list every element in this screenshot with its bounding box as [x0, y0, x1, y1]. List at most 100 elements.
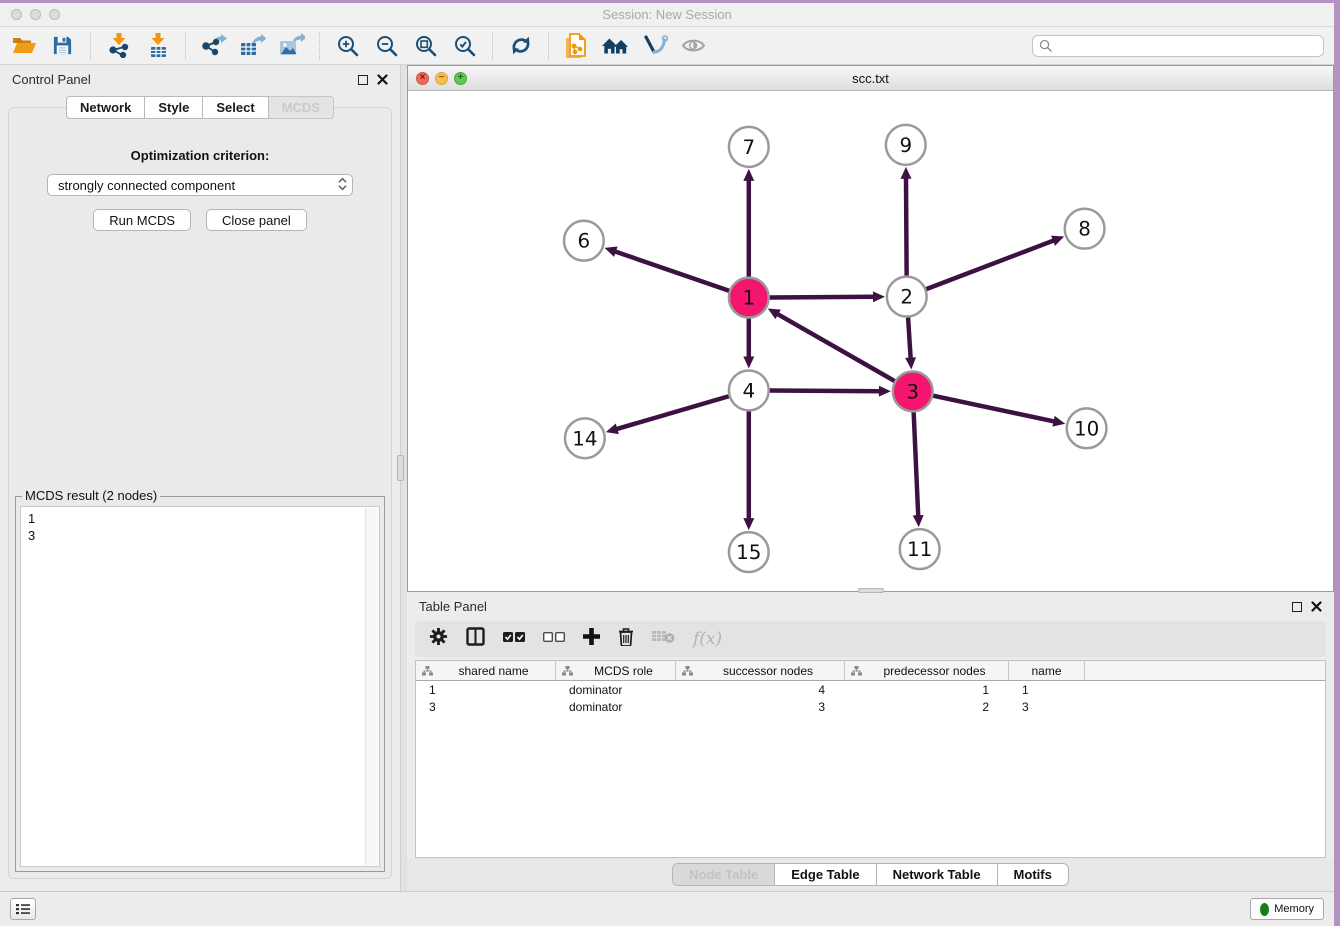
add-column-icon[interactable] — [583, 628, 600, 650]
zoom-window-icon[interactable] — [49, 9, 60, 20]
window-title: Session: New Session — [0, 7, 1334, 22]
network-zoom-icon[interactable] — [454, 72, 467, 85]
tab-mcds[interactable]: MCDS — [269, 96, 334, 119]
apply-layout-icon[interactable] — [507, 32, 534, 59]
column-header-name[interactable]: name — [1009, 661, 1085, 680]
node-table[interactable]: shared name MCDS role successor nodes prede… — [415, 660, 1326, 858]
tab-select[interactable]: Select — [203, 96, 268, 119]
application-window: Session: New Session — [0, 3, 1334, 926]
tab-edge-table[interactable]: Edge Table — [775, 864, 876, 885]
column-label: successor nodes — [698, 664, 838, 678]
export-network-icon[interactable] — [200, 32, 227, 59]
table-tabbar: Node TableEdge TableNetwork TableMotifs — [407, 858, 1334, 891]
graph-edge-1-6[interactable] — [613, 251, 729, 291]
network-canvas[interactable]: 7968124314101511 — [408, 91, 1333, 591]
zoom-fit-icon[interactable] — [412, 32, 439, 59]
column-header-predecessor-nodes[interactable]: predecessor nodes — [845, 661, 1009, 680]
column-header-mcds-role[interactable]: MCDS role — [556, 661, 676, 680]
function-builder-icon[interactable]: f(x) — [693, 629, 722, 649]
unselect-all-columns-icon[interactable] — [543, 630, 565, 648]
mcds-result-lines: 13 — [21, 507, 379, 547]
splitter-grip-horizontal[interactable] — [858, 588, 884, 593]
tab-network-table[interactable]: Network Table — [877, 864, 998, 885]
table-settings-icon[interactable] — [429, 627, 448, 651]
toolbar-separator — [319, 32, 320, 59]
graph-edge-2-3[interactable] — [908, 318, 911, 361]
optimization-criterion-label: Optimization criterion: — [9, 148, 391, 163]
graph-edge-arrow-4-3 — [879, 386, 891, 397]
toolbar-separator — [492, 32, 493, 59]
right-column: scc.txt 7968124314101511 Table Panel — [407, 65, 1334, 891]
graph-edge-3-1[interactable] — [776, 313, 895, 381]
column-header-shared-name[interactable]: shared name — [416, 661, 556, 680]
list-icon — [16, 903, 30, 915]
graph-edge-arrow-2-8 — [1051, 236, 1064, 246]
tab-network[interactable]: Network — [66, 96, 145, 119]
table-row[interactable]: 1dominator411 — [416, 681, 1325, 698]
search-input[interactable] — [1057, 39, 1317, 53]
tab-node-table[interactable]: Node Table — [673, 864, 775, 885]
table-panel-title: Table Panel — [419, 599, 487, 614]
graph-node-label-2: 2 — [900, 286, 913, 309]
export-image-icon[interactable] — [278, 32, 305, 59]
close-panel-button[interactable]: Close panel — [206, 209, 307, 231]
graph-edge-4-3[interactable] — [770, 391, 882, 392]
graph-edge-3-11[interactable] — [914, 412, 919, 518]
search-field[interactable] — [1032, 35, 1324, 57]
birdseye-view-icon[interactable] — [680, 32, 707, 59]
toolbar-separator — [185, 32, 186, 59]
criterion-value: strongly connected component — [58, 178, 235, 193]
tab-style[interactable]: Style — [145, 96, 203, 119]
mcds-result-textarea[interactable]: 13 — [20, 506, 380, 867]
graph-edge-arrow-4-15 — [743, 518, 754, 530]
close-panel-icon[interactable] — [377, 74, 388, 85]
table-toolbar: f(x) — [415, 621, 1326, 657]
cell-predecessor-nodes: 2 — [845, 700, 1009, 714]
show-columns-icon[interactable] — [466, 627, 485, 651]
criterion-select[interactable]: strongly connected component — [47, 174, 353, 196]
status-bar: Memory — [0, 891, 1334, 926]
network-minimize-icon[interactable] — [435, 72, 448, 85]
welcome-screen-icon[interactable] — [602, 32, 629, 59]
zoom-selected-icon[interactable] — [451, 32, 478, 59]
import-network-icon[interactable] — [105, 32, 132, 59]
minimize-window-icon[interactable] — [30, 9, 41, 20]
splitter-grip-vertical[interactable] — [397, 455, 404, 481]
export-table-icon[interactable] — [239, 32, 266, 59]
select-all-columns-icon[interactable] — [503, 630, 525, 648]
table-row[interactable]: 3dominator323 — [416, 698, 1325, 715]
graph-edge-2-9[interactable] — [906, 176, 907, 276]
run-mcds-button[interactable]: Run MCDS — [93, 209, 191, 231]
memory-button[interactable]: Memory — [1250, 898, 1324, 920]
graph-edge-1-2[interactable] — [770, 297, 876, 298]
close-window-icon[interactable] — [11, 9, 22, 20]
graph-node-label-15: 15 — [736, 541, 761, 564]
network-close-icon[interactable] — [416, 72, 429, 85]
save-session-icon[interactable] — [49, 32, 76, 59]
delete-table-icon[interactable] — [652, 629, 675, 649]
delete-columns-icon[interactable] — [618, 627, 634, 651]
memory-status-icon — [1260, 903, 1269, 916]
tab-motifs[interactable]: Motifs — [998, 864, 1068, 885]
close-table-panel-icon[interactable] — [1311, 601, 1322, 612]
float-panel-icon[interactable] — [358, 75, 368, 85]
result-scrollbar[interactable] — [365, 508, 378, 865]
zoom-in-icon[interactable] — [334, 32, 361, 59]
graph-edge-4-14[interactable] — [614, 396, 728, 429]
column-label: name — [1015, 664, 1078, 678]
graph-edge-3-10[interactable] — [933, 396, 1056, 422]
zoom-out-icon[interactable] — [373, 32, 400, 59]
float-table-panel-icon[interactable] — [1292, 602, 1302, 612]
column-label: MCDS role — [578, 664, 669, 678]
column-header-successor-nodes[interactable]: successor nodes — [676, 661, 845, 680]
toolbar-separator — [90, 32, 91, 59]
window-titlebar: Session: New Session — [0, 3, 1334, 27]
graph-edge-arrow-3-10 — [1052, 416, 1065, 427]
table-tabs: Node TableEdge TableNetwork TableMotifs — [672, 863, 1069, 886]
automation-panel-button[interactable] — [10, 898, 36, 920]
open-session-icon[interactable] — [10, 32, 37, 59]
graphics-details-icon[interactable] — [641, 32, 668, 59]
new-network-from-selection-icon[interactable] — [563, 32, 590, 59]
graph-edge-2-8[interactable] — [926, 240, 1056, 289]
import-table-icon[interactable] — [144, 32, 171, 59]
